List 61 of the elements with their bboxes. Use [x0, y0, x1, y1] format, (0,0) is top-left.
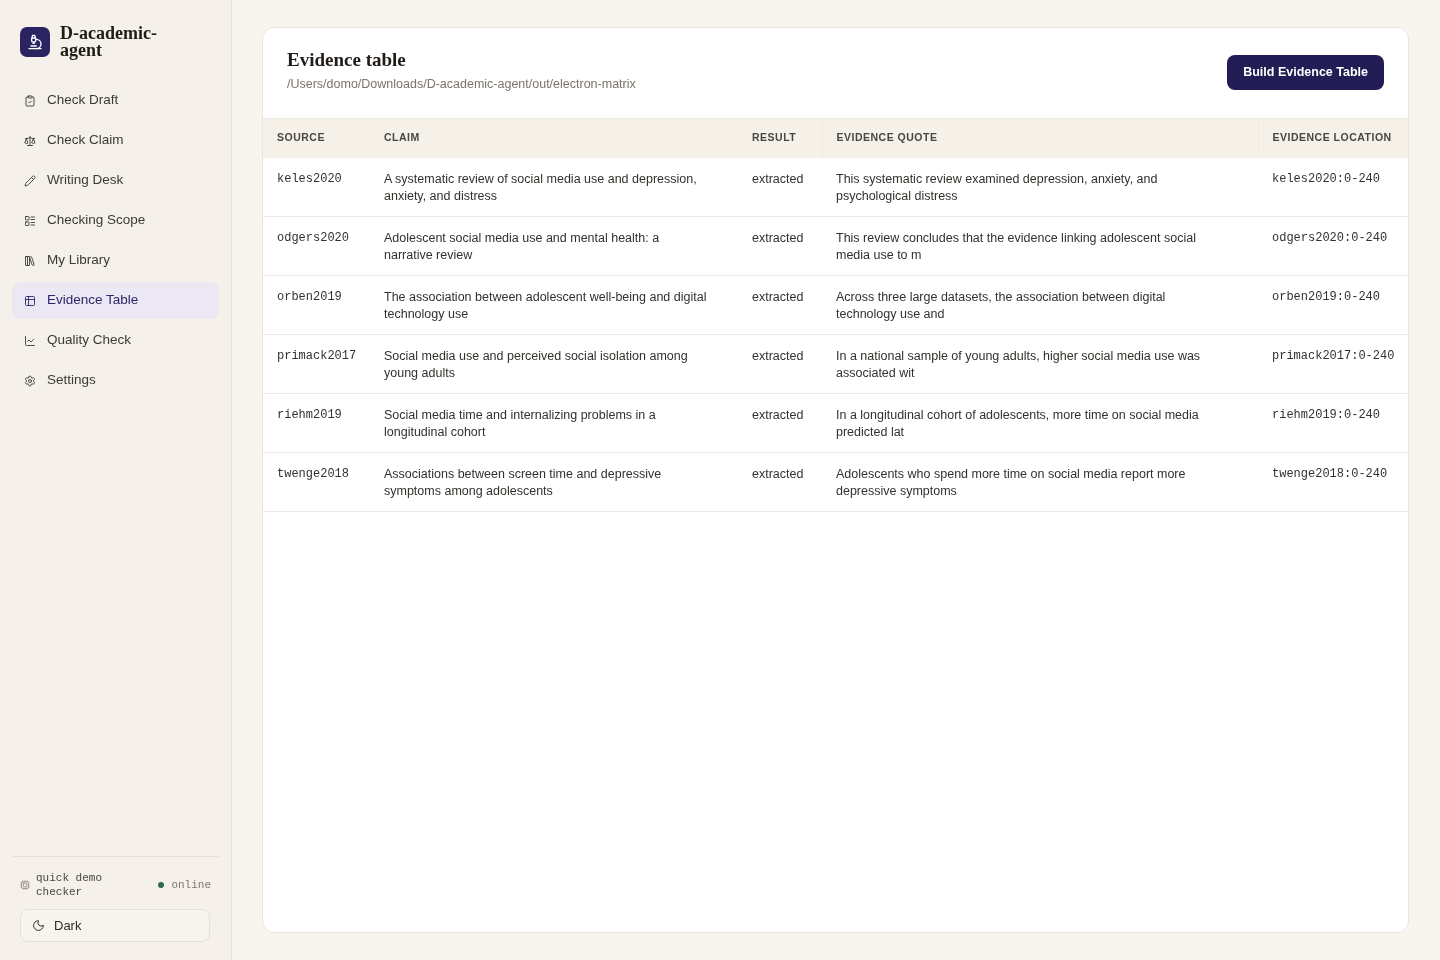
column-header: RESULT [738, 118, 822, 158]
table-cell: In a national sample of young adults, higher social media use was associated wit [822, 334, 1258, 394]
table-cell: orben2019:0-240 [1258, 275, 1408, 335]
table-cell: odgers2020 [263, 216, 370, 276]
table-cell: Social media use and perceived social isolation among young adults [370, 334, 738, 394]
column-header: EVIDENCE LOCATION [1258, 118, 1408, 158]
nav-item[interactable]: Check Claim [12, 122, 219, 159]
table-cell: Adolescents who spend more time on social media report more depressive symptoms [822, 452, 1258, 512]
table-cell: primack2017 [263, 334, 370, 394]
scale-icon [24, 134, 36, 147]
nav-item[interactable]: My Library [12, 242, 219, 279]
table-cell: This review concludes that the evidence linking adolescent social media use to m [822, 216, 1258, 276]
nav-item[interactable]: Writing Desk [12, 162, 219, 199]
table-cell: keles2020 [263, 157, 370, 217]
table-cell: In a longitudinal cohort of adolescents, more time on social media predicted lat [822, 393, 1258, 453]
table-icon [24, 294, 36, 307]
table-cell: odgers2020:0-240 [1258, 216, 1408, 276]
table-cell: This systematic review examined depression, anxiety, and psychological distress [822, 157, 1258, 217]
nav-item[interactable]: Checking Scope [12, 202, 219, 239]
table-cell: riehm2019 [263, 393, 370, 453]
status-text: online [171, 877, 211, 893]
table-cell: extracted [738, 275, 822, 335]
microscope-icon [20, 27, 50, 57]
nav-item[interactable]: Evidence Table [12, 282, 219, 319]
nav-item[interactable]: Check Draft [12, 82, 219, 119]
table-cell: extracted [738, 393, 822, 453]
table-cell: extracted [738, 452, 822, 512]
table-cell: riehm2019:0-240 [1258, 393, 1408, 453]
app-title: D-academic-agent [60, 25, 158, 59]
build-button[interactable]: Build Evidence Table [1227, 55, 1384, 90]
moon-icon [32, 919, 45, 932]
chip-icon [20, 880, 30, 890]
books-icon [24, 254, 36, 267]
table-cell: extracted [738, 334, 822, 394]
pencil-icon [24, 174, 36, 187]
table-cell: keles2020:0-240 [1258, 157, 1408, 217]
nav-item[interactable]: Quality Check [12, 322, 219, 359]
table-cell: Social media time and internalizing problems in a longitudinal cohort [370, 393, 738, 453]
table-cell: Adolescent social media use and mental health: a narrative review [370, 216, 738, 276]
table-cell: A systematic review of social media use and depression, anxiety, and distress [370, 157, 738, 217]
engine-label: quick demo checker [36, 871, 103, 899]
clipboard-check-icon [24, 94, 36, 107]
line-chart-icon [24, 334, 36, 347]
table-cell: extracted [738, 157, 822, 217]
folder-path: /Users/domo/Downloads/D-academic-agent/out/electron-matrix [287, 76, 636, 93]
table-cell: twenge2018:0-240 [1258, 452, 1408, 512]
table-cell: extracted [738, 216, 822, 276]
page-title: Evidence table [287, 49, 407, 71]
nav-item[interactable]: Settings [12, 362, 219, 399]
table-cell: primack2017:0-240 [1258, 334, 1408, 394]
column-header: EVIDENCE QUOTE [822, 118, 1258, 158]
column-header: CLAIM [370, 118, 738, 158]
column-header: SOURCE [263, 118, 370, 158]
list-icon [24, 214, 36, 227]
table-cell: Across three large datasets, the association between digital technology use and [822, 275, 1258, 335]
table-cell: twenge2018 [263, 452, 370, 512]
settings-icon [24, 374, 36, 387]
table-cell: Associations between screen time and depressive symptoms among adolescents [370, 452, 738, 512]
theme-button[interactable]: Dark [20, 909, 210, 942]
table-cell: orben2019 [263, 275, 370, 335]
table-cell: The association between adolescent well-being and digital technology use [370, 275, 738, 335]
